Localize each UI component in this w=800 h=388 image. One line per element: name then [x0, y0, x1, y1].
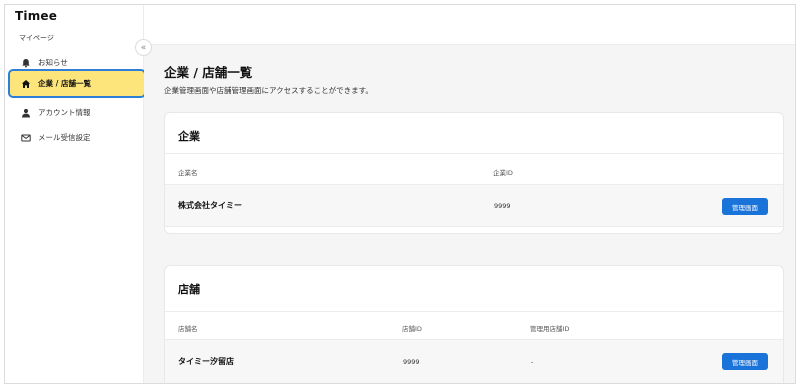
sidebar-item-mail-settings[interactable]: メール受信設定 — [8, 123, 146, 152]
home-icon — [20, 78, 32, 90]
column-header-company-id: 企業ID — [493, 169, 513, 177]
company-name-cell: 株式会社タイミー — [178, 201, 242, 210]
sidebar-section-label: マイページ — [19, 34, 54, 42]
column-header-store-name: 店舗名 — [178, 325, 198, 333]
company-card: 企業 企業名 企業ID 株式会社タイミー 9999 管理画面 — [164, 112, 784, 234]
admin-store-id-cell: - — [531, 358, 534, 366]
page-title: 企業 / 店舗一覧 — [164, 65, 253, 80]
table-row: タイミー汐留店 9999 - 管理画面 — [165, 339, 783, 383]
double-chevron-left-icon: « — [140, 42, 147, 53]
column-header-admin-store-id: 管理用店舗ID — [530, 325, 570, 333]
company-card-title: 企業 — [178, 130, 200, 143]
divider — [165, 153, 783, 154]
table-row: 株式会社タイミー 9999 管理画面 — [165, 184, 783, 227]
sidebar-item-company-store-list[interactable]: 企業 / 店舗一覧 — [8, 69, 146, 98]
app-window: Timee マイページ お知らせ 企業 / 店舗一覧 アカウント情報 メール受信… — [4, 4, 796, 384]
page-description: 企業管理画面や店舗管理画面にアクセスすることができます。 — [164, 86, 373, 95]
company-admin-button[interactable]: 管理画面 — [722, 198, 768, 215]
sidebar: Timee マイページ お知らせ 企業 / 店舗一覧 アカウント情報 メール受信… — [5, 5, 146, 383]
store-card-title: 店舗 — [178, 283, 200, 296]
sidebar-item-label: 企業 / 店舗一覧 — [38, 79, 91, 88]
main-content: 企業 / 店舗一覧 企業管理画面や店舗管理画面にアクセスすることができます。 企… — [144, 45, 795, 383]
mail-icon — [20, 132, 32, 144]
store-card: 店舗 店舗名 店舗ID 管理用店舗ID タイミー汐留店 9999 - 管理画面 — [164, 265, 784, 383]
store-id-cell: 9999 — [403, 358, 420, 366]
column-header-store-id: 店舗ID — [402, 325, 422, 333]
sidebar-item-label: お知らせ — [38, 58, 68, 67]
app-logo[interactable]: Timee — [15, 9, 57, 23]
store-name-cell: タイミー汐留店 — [178, 357, 234, 366]
top-bar — [144, 5, 795, 45]
sidebar-item-label: アカウント情報 — [38, 108, 91, 117]
company-id-cell: 9999 — [494, 202, 511, 210]
person-icon — [20, 107, 32, 119]
store-admin-button[interactable]: 管理画面 — [722, 353, 768, 370]
bell-icon — [20, 57, 32, 69]
divider — [165, 311, 783, 312]
sidebar-item-label: メール受信設定 — [38, 133, 91, 142]
column-header-company-name: 企業名 — [178, 169, 198, 177]
collapse-sidebar-button[interactable]: « — [135, 39, 152, 56]
